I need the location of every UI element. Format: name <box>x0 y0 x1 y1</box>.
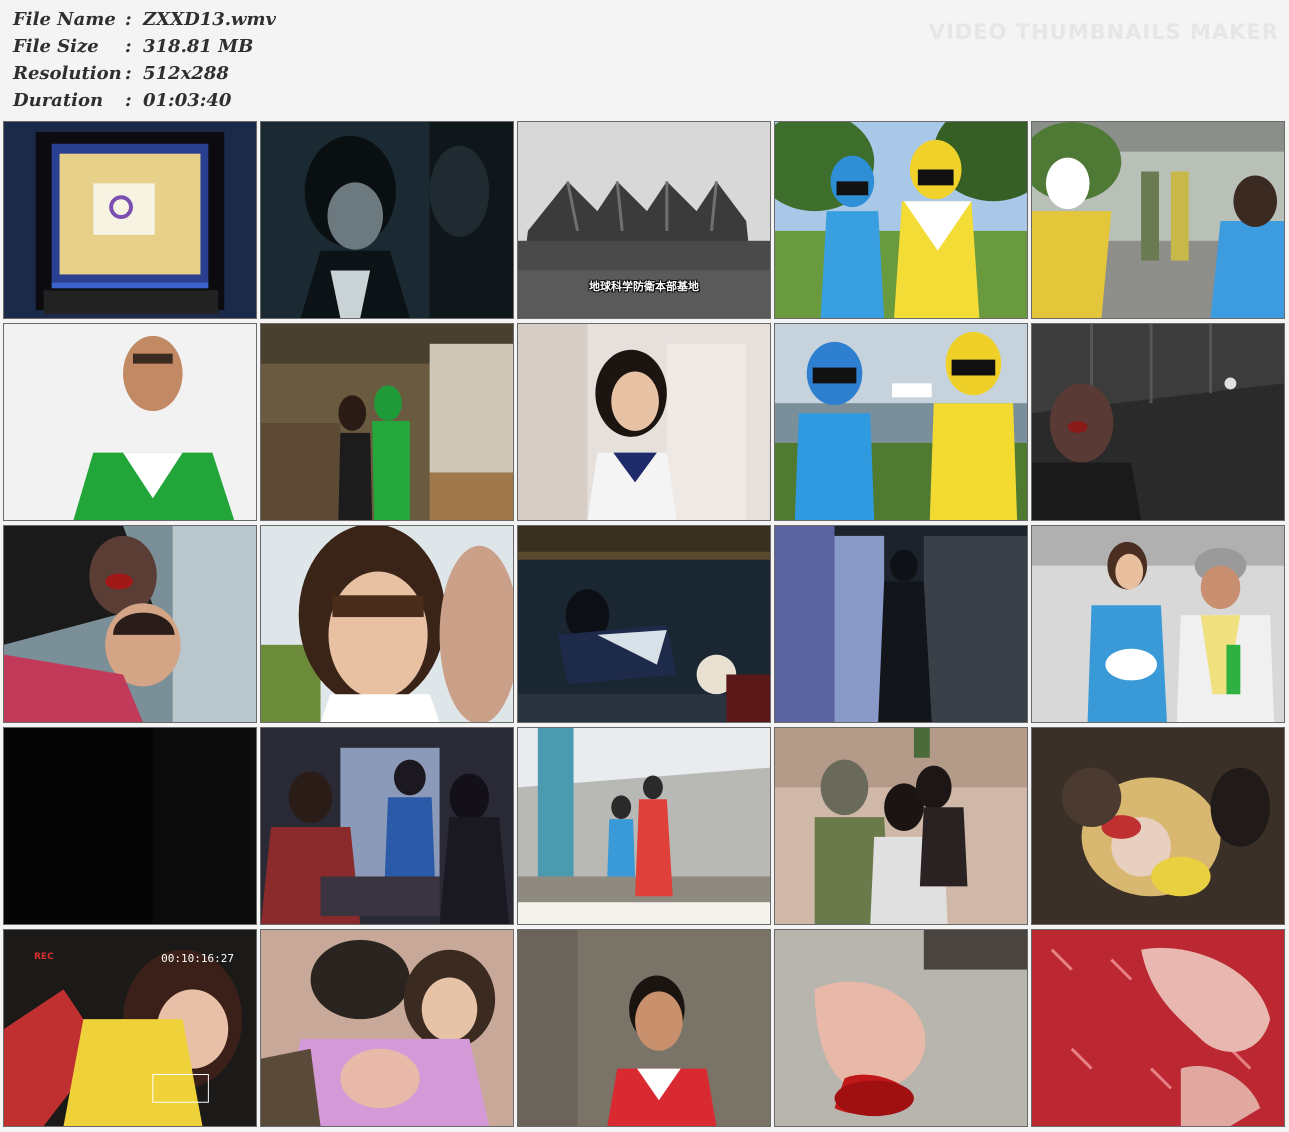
file-info-row-size: File Size : 318.81 MB <box>13 33 276 60</box>
thumbnail-frame-13[interactable] <box>517 525 771 723</box>
thumbnail-frame-25[interactable] <box>1031 929 1285 1127</box>
thumbnail-frame-24[interactable] <box>774 929 1028 1127</box>
file-info-row-name: File Name : ZXXD13.wmv <box>13 6 276 33</box>
thumbnail-frame-2[interactable] <box>260 121 514 319</box>
thumbnail-grid: 地球科学防衛本部基地 REC 00:10:16:27 <box>3 121 1286 1127</box>
watermark-logo: VIDEO THUMBNAILS MAKER <box>928 20 1279 44</box>
thumbnail-frame-16[interactable] <box>3 727 257 925</box>
thumbnail-frame-10[interactable] <box>1031 323 1285 521</box>
rec-indicator: REC <box>34 952 54 962</box>
thumbnail-frame-23[interactable] <box>517 929 771 1127</box>
thumbnail-frame-5[interactable] <box>1031 121 1285 319</box>
thumbnail-frame-8[interactable] <box>517 323 771 521</box>
timecode-overlay: 00:10:16:27 <box>161 952 234 965</box>
file-size-label: File Size <box>13 36 99 57</box>
thumbnail-frame-3[interactable]: 地球科学防衛本部基地 <box>517 121 771 319</box>
thumbnail-frame-20[interactable] <box>1031 727 1285 925</box>
thumbnail-frame-22[interactable] <box>260 929 514 1127</box>
resolution-label: Resolution <box>13 63 122 84</box>
duration-value: 01:03:40 <box>143 90 232 111</box>
file-name-value: ZXXD13.wmv <box>143 9 276 30</box>
thumbnail-frame-14[interactable] <box>774 525 1028 723</box>
thumbnail-frame-19[interactable] <box>774 727 1028 925</box>
thumbnail-frame-18[interactable] <box>517 727 771 925</box>
thumbnail-frame-4[interactable] <box>774 121 1028 319</box>
file-name-label: File Name <box>13 9 116 30</box>
file-info-row-duration: Duration : 01:03:40 <box>13 87 276 114</box>
thumbnail-frame-7[interactable] <box>260 323 514 521</box>
file-size-value: 318.81 MB <box>143 36 254 57</box>
file-info-row-resolution: Resolution : 512x288 <box>13 60 276 87</box>
thumbnail-frame-6[interactable] <box>3 323 257 521</box>
thumbnail-frame-9[interactable] <box>774 323 1028 521</box>
thumbnail-frame-12[interactable] <box>260 525 514 723</box>
thumbnail-frame-11[interactable] <box>3 525 257 723</box>
thumbnail-frame-17[interactable] <box>260 727 514 925</box>
frame-caption: 地球科学防衛本部基地 <box>589 280 699 293</box>
file-info-panel: File Name : ZXXD13.wmv File Size : 318.8… <box>13 6 276 114</box>
duration-label: Duration <box>13 90 104 111</box>
resolution-value: 512x288 <box>143 63 229 84</box>
thumbnail-frame-1[interactable] <box>3 121 257 319</box>
thumbnail-frame-15[interactable] <box>1031 525 1285 723</box>
thumbnail-frame-21[interactable]: REC 00:10:16:27 <box>3 929 257 1127</box>
